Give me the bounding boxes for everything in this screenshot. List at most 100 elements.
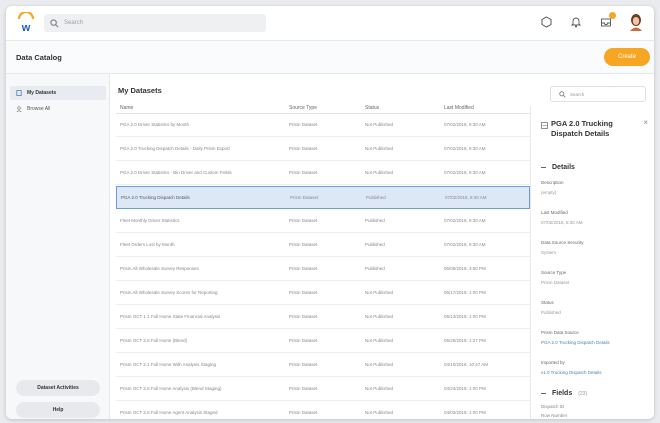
search-icon bbox=[50, 18, 59, 27]
row-name[interactable]: Fleet Monthly Driver Statistics bbox=[120, 218, 270, 223]
dataset-search-input[interactable]: Search bbox=[550, 86, 646, 102]
row-name[interactable]: Prism OCT 2.6 Full Home Agent Analysis S… bbox=[120, 410, 270, 415]
details-section-header[interactable]: Details bbox=[541, 164, 575, 171]
row-status: Not Published bbox=[365, 362, 394, 367]
row-name[interactable]: Fleet Orders Lost by Month bbox=[120, 242, 270, 247]
fields-section-header[interactable]: Fields (23) bbox=[541, 390, 587, 397]
page-title: Data Catalog bbox=[16, 53, 62, 62]
table-row[interactable]: PGA 2.0 Trucking Dispatch Details - Dail… bbox=[116, 138, 530, 161]
table-row[interactable]: Fleet Orders Lost by Month Prism Dataset P… bbox=[116, 234, 530, 257]
dataset-icon bbox=[541, 122, 548, 129]
row-source-type: Prism Dataset bbox=[289, 122, 318, 127]
inbox-badge bbox=[609, 12, 616, 19]
row-status: Not Published bbox=[365, 338, 394, 343]
notifications-button[interactable] bbox=[568, 13, 584, 31]
detail-link[interactable]: v1.0 Trucking Dispatch Details bbox=[541, 370, 602, 375]
column-header-name[interactable]: Name bbox=[120, 105, 133, 111]
sidebar: My Datasets Browse All Dataset Activitie… bbox=[6, 74, 110, 419]
table-row[interactable]: Prism OCT 2.6 Full Home Analysis (Blend … bbox=[116, 378, 530, 401]
field-item[interactable]: Dispatch ID bbox=[541, 404, 564, 409]
table-row[interactable]: Prism All Wholesale Survey Responses Pris… bbox=[116, 258, 530, 281]
top-icons bbox=[538, 12, 644, 31]
row-source-type: Prism Dataset bbox=[289, 266, 318, 271]
sidebar-item-label: Browse All bbox=[27, 106, 51, 112]
row-status: Not Published bbox=[365, 290, 394, 295]
row-source-type: Prism Dataset bbox=[289, 314, 318, 319]
row-last-modified: 04/24/2018, 1:00 PM bbox=[444, 386, 486, 391]
table-row[interactable]: PGA 2.0 Driver Statistics - Bin Driver a… bbox=[116, 162, 530, 185]
row-name[interactable]: PGA 2.0 Trucking Dispatch Details - Dail… bbox=[120, 146, 270, 151]
row-name[interactable]: Prism All Wholesale Survey Responses bbox=[120, 266, 270, 271]
close-icon[interactable]: × bbox=[643, 118, 648, 127]
global-search-input[interactable]: Search bbox=[44, 14, 266, 32]
assistant-button[interactable] bbox=[538, 13, 554, 31]
row-source-type: Prism Dataset bbox=[289, 242, 318, 247]
detail-label: Description bbox=[541, 180, 564, 185]
search-placeholder: Search bbox=[570, 91, 585, 97]
row-source-type: Prism Dataset bbox=[289, 338, 318, 343]
row-status: Not Published bbox=[365, 146, 394, 151]
column-header-status[interactable]: Status bbox=[365, 105, 379, 111]
table-row[interactable]: Prism OCT 2.1 Full Home With Analysis St… bbox=[116, 354, 530, 377]
page-header: Data Catalog Create bbox=[6, 40, 654, 74]
top-bar: w Search bbox=[6, 6, 654, 40]
datasets-list: My Datasets Name Source Type Status Last… bbox=[110, 74, 530, 419]
column-header-source-type[interactable]: Source Type bbox=[289, 105, 317, 111]
search-placeholder: Search bbox=[64, 20, 84, 26]
row-name[interactable]: PGA 2.0 Driver Statistics - Bin Driver a… bbox=[120, 170, 270, 175]
detail-label: Last Modified bbox=[541, 210, 568, 215]
workday-logo-icon[interactable]: w bbox=[16, 12, 36, 34]
field-item[interactable]: Row Number bbox=[541, 413, 567, 418]
bell-icon bbox=[571, 17, 581, 28]
table-row[interactable]: Prism OCT 2.6 Full Home (Blend) Prism Dat… bbox=[116, 330, 530, 353]
row-source-type: Prism Dataset bbox=[289, 218, 318, 223]
table-row[interactable]: Prism OCT 2.6 Full Home Agent Analysis S… bbox=[116, 402, 530, 419]
table-row[interactable]: PGA 2.0 Driver Statistics by Month Prism … bbox=[116, 114, 530, 137]
section-title: My Datasets bbox=[118, 86, 162, 95]
inbox-button[interactable] bbox=[598, 12, 616, 31]
detail-label: Imported by bbox=[541, 360, 565, 365]
row-name[interactable]: Prism OCT 1.1 Full Home State Financial … bbox=[120, 314, 270, 319]
column-header-last-modified[interactable]: Last Modified bbox=[444, 105, 474, 111]
row-last-modified: 05/13/2018, 1:00 PM bbox=[444, 314, 486, 319]
fields-section-title: Fields bbox=[552, 390, 573, 397]
row-last-modified: 07/02/2018, 8:30 AM bbox=[444, 242, 486, 247]
row-source-type: Prism Dataset bbox=[289, 362, 318, 367]
collapse-icon bbox=[541, 393, 546, 394]
row-status: Not Published bbox=[365, 410, 394, 415]
create-button[interactable]: Create bbox=[604, 48, 650, 66]
search-icon bbox=[559, 90, 566, 98]
row-status: Not Published bbox=[365, 122, 394, 127]
detail-link[interactable]: PGA 2.0 Trucking Dispatch Details bbox=[541, 340, 610, 345]
table-row[interactable]: PGA 2.0 Trucking Dispatch Details Prism D… bbox=[116, 186, 530, 209]
table-row[interactable]: Fleet Monthly Driver Statistics Prism Dat… bbox=[116, 210, 530, 233]
row-status: Not Published bbox=[365, 170, 394, 175]
details-panel: PGA 2.0 Trucking Dispatch Details × Deta… bbox=[530, 106, 654, 419]
row-name[interactable]: PGA 2.0 Driver Statistics by Month bbox=[120, 122, 270, 127]
help-button[interactable]: Help bbox=[16, 402, 100, 418]
row-status: Published bbox=[366, 195, 386, 200]
dataset-activities-button[interactable]: Dataset Activities bbox=[16, 380, 100, 396]
row-last-modified: 04/03/2018, 1:00 PM bbox=[444, 410, 486, 415]
row-source-type: Prism Dataset bbox=[289, 146, 318, 151]
row-source-type: Prism Dataset bbox=[289, 386, 318, 391]
user-avatar[interactable] bbox=[628, 13, 644, 31]
table-row[interactable]: Prism OCT 1.1 Full Home State Financial … bbox=[116, 306, 530, 329]
sidebar-item-browse-all[interactable]: Browse All bbox=[10, 102, 106, 116]
row-source-type: Prism Dataset bbox=[290, 195, 319, 200]
row-last-modified: 04/10/2018, 10:47 AM bbox=[444, 362, 489, 367]
row-source-type: Prism Dataset bbox=[289, 410, 318, 415]
detail-value: System bbox=[541, 250, 557, 255]
svg-text:w: w bbox=[21, 22, 31, 34]
row-name[interactable]: Prism All Wholesale Survey Scores for Re… bbox=[120, 290, 270, 295]
row-name[interactable]: Prism OCT 2.1 Full Home With Analysis St… bbox=[120, 362, 270, 367]
details-title: PGA 2.0 Trucking Dispatch Details bbox=[551, 119, 613, 138]
details-section-title: Details bbox=[552, 164, 575, 171]
sidebar-item-my-datasets[interactable]: My Datasets bbox=[10, 86, 106, 100]
collapse-icon bbox=[541, 167, 546, 168]
row-name[interactable]: Prism OCT 2.6 Full Home (Blend) bbox=[120, 338, 270, 343]
row-name[interactable]: Prism OCT 2.6 Full Home Analysis (Blend … bbox=[120, 386, 270, 391]
detail-value: (empty) bbox=[541, 190, 557, 195]
row-name[interactable]: PGA 2.0 Trucking Dispatch Details bbox=[121, 195, 271, 200]
table-row[interactable]: Prism All Wholesale Survey Scores for Re… bbox=[116, 282, 530, 305]
